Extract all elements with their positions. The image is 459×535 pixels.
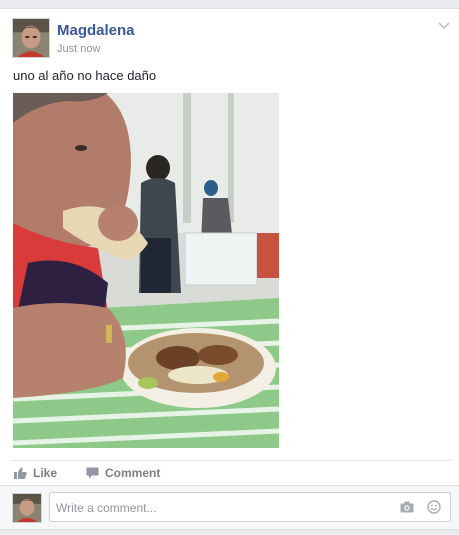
camera-icon[interactable] bbox=[400, 501, 414, 513]
comment-placeholder: Write a comment... bbox=[56, 501, 157, 515]
author-name-link[interactable]: Magdalena bbox=[57, 22, 135, 39]
chevron-down-icon[interactable] bbox=[437, 21, 451, 31]
post-timestamp[interactable]: Just now bbox=[57, 43, 100, 55]
speech-bubble-icon bbox=[86, 467, 99, 479]
like-label: Like bbox=[33, 466, 58, 480]
comment-button[interactable]: Comment bbox=[86, 466, 160, 480]
post-photo[interactable] bbox=[13, 93, 279, 448]
comment-composer: Write a comment... bbox=[0, 486, 459, 530]
like-button[interactable]: Like bbox=[14, 466, 57, 480]
thumbs-up-icon bbox=[14, 467, 27, 479]
post-text: uno al año no hace daño bbox=[13, 68, 157, 83]
actions-divider bbox=[12, 460, 451, 461]
smiley-icon[interactable] bbox=[427, 500, 441, 514]
comment-label: Comment bbox=[105, 466, 161, 480]
post-card: Magdalena Just now uno al año no hace da… bbox=[0, 8, 459, 486]
commenter-avatar bbox=[12, 493, 42, 523]
comment-input[interactable]: Write a comment... bbox=[49, 492, 451, 522]
author-avatar[interactable] bbox=[12, 18, 50, 58]
